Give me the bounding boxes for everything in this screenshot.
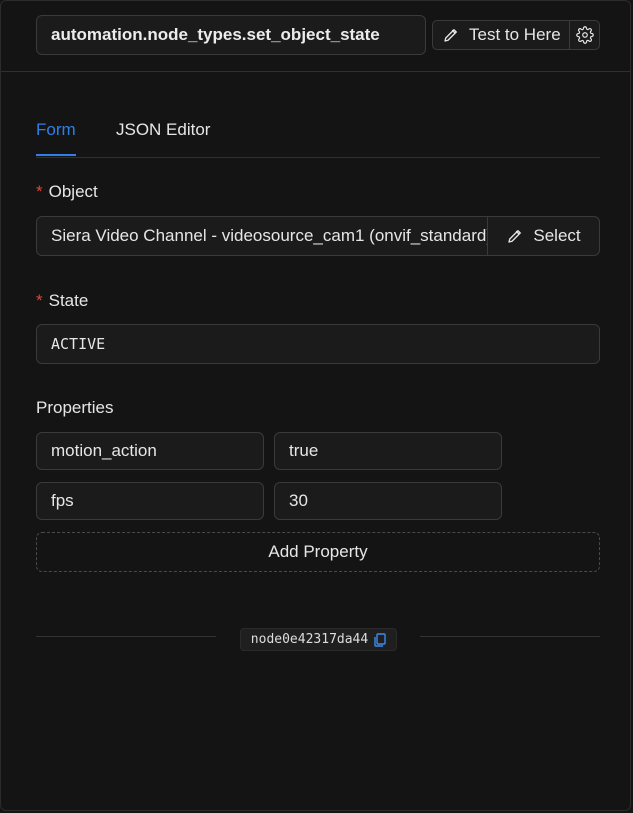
select-label: Select	[533, 226, 581, 245]
node-editor-panel: automation.node_types.set_object_state T…	[0, 0, 631, 811]
property-key-input[interactable]: motion_action	[36, 432, 264, 470]
node-id-text: node0e42317da44	[250, 632, 369, 647]
test-to-here-button[interactable]: Test to Here	[433, 21, 571, 49]
test-to-here-label: Test to Here	[469, 25, 561, 44]
panel-header: automation.node_types.set_object_state T…	[1, 1, 630, 72]
property-value-input[interactable]: true	[274, 432, 502, 470]
required-marker: *	[36, 182, 43, 201]
node-type-field: automation.node_types.set_object_state	[36, 15, 426, 55]
node-id-badge[interactable]: node0e42317da44	[240, 628, 397, 651]
state-label: * State	[36, 291, 88, 311]
properties-label: Properties	[36, 398, 114, 417]
tab-form[interactable]: Form	[36, 120, 76, 156]
object-field[interactable]: Siera Video Channel - videosource_cam1 (…	[36, 216, 488, 256]
tab-json-editor[interactable]: JSON Editor	[116, 120, 210, 140]
test-to-here-button-group: Test to Here	[432, 20, 600, 50]
required-marker: *	[36, 291, 43, 310]
pencil-icon	[444, 29, 457, 42]
editor-tabs: Form JSON Editor	[36, 111, 600, 158]
select-object-button[interactable]: Select	[487, 216, 600, 256]
state-label-text: State	[48, 291, 89, 310]
add-property-button[interactable]: Add Property	[36, 532, 600, 572]
object-label-text: Object	[48, 182, 98, 201]
divider-left	[36, 636, 216, 637]
copy-icon[interactable]	[374, 632, 386, 647]
object-label: * Object	[36, 182, 98, 202]
gear-icon	[575, 26, 594, 44]
property-value-input[interactable]: 30	[274, 482, 502, 520]
divider-right	[420, 636, 600, 637]
pencil-icon	[508, 230, 522, 243]
settings-button[interactable]	[570, 21, 599, 49]
state-input[interactable]: ACTIVE	[36, 324, 600, 364]
property-key-input[interactable]: fps	[36, 482, 264, 520]
